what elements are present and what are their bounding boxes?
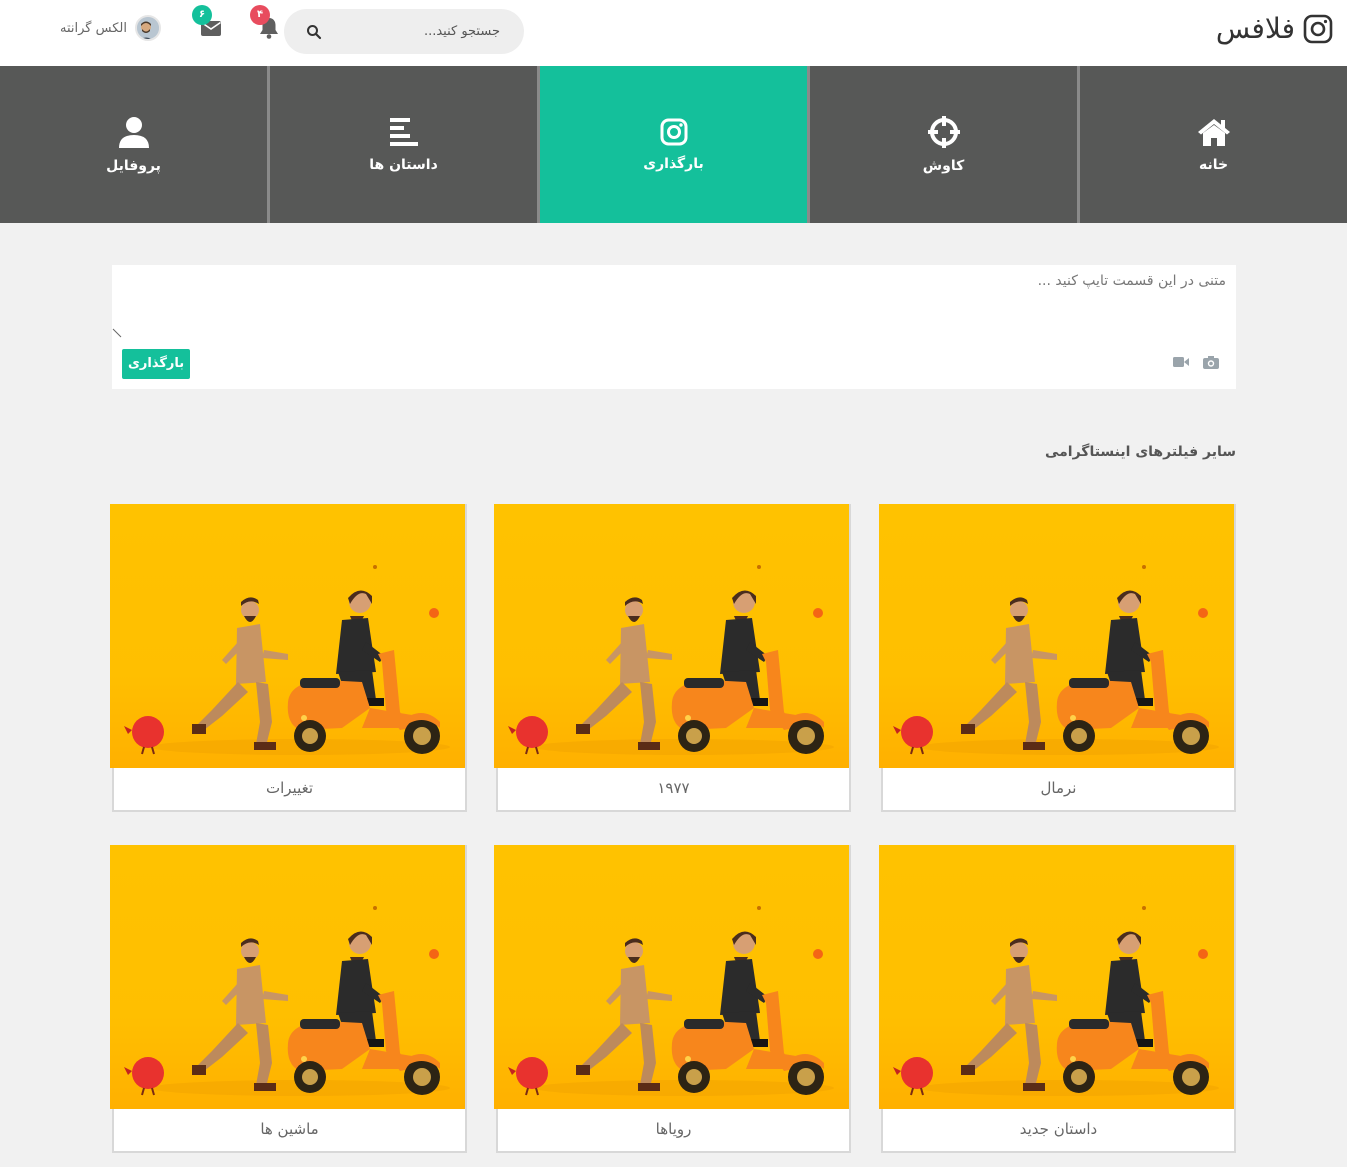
- filter-card-dreams[interactable]: رویاها: [494, 845, 851, 1153]
- filter-label: داستان جدید: [883, 1109, 1234, 1151]
- filter-card-normal[interactable]: نرمال: [879, 504, 1236, 812]
- messages-button[interactable]: ۶: [192, 5, 222, 40]
- nav-label-stories: داستان ها: [369, 156, 438, 173]
- nav-item-stories[interactable]: داستان ها: [270, 66, 537, 223]
- instagram-icon: [1303, 14, 1333, 43]
- nav-item-upload[interactable]: بارگذاری: [540, 66, 807, 223]
- filter-preview-image: [110, 845, 465, 1109]
- video-camera-icon[interactable]: [1172, 354, 1190, 370]
- scooter-illustration: [123, 905, 451, 1097]
- crosshair-icon: [927, 115, 960, 148]
- main-nav: خانه کاوش بارگذاری داستان ها پروفایل: [0, 66, 1347, 223]
- post-composer: بارگذاری: [112, 265, 1236, 389]
- nav-label-home: خانه: [1198, 156, 1229, 173]
- user-name: الکس گرانته: [60, 20, 127, 36]
- scooter-illustration: [507, 905, 835, 1097]
- nav-item-explore[interactable]: کاوش: [810, 66, 1077, 223]
- filters-section-title: سایر فیلترهای اینستاگرامی: [1044, 444, 1236, 460]
- brand-logo[interactable]: فلافس: [1216, 12, 1333, 45]
- filter-label: ۱۹۷۷: [498, 768, 849, 810]
- nav-divider: [1077, 66, 1080, 223]
- message-badge: ۶: [192, 5, 212, 25]
- filter-label: رویاها: [498, 1109, 849, 1151]
- avatar-image: [136, 17, 159, 39]
- user-menu[interactable]: الکس گرانته: [60, 15, 161, 41]
- resize-handle-icon[interactable]: [112, 328, 122, 338]
- user-icon: [118, 116, 149, 148]
- filter-preview-image: [494, 504, 849, 768]
- scooter-illustration: [507, 564, 835, 756]
- filter-label: ماشین ها: [114, 1109, 465, 1151]
- scooter-illustration: [123, 564, 451, 756]
- filter-card-new-story[interactable]: داستان جدید: [879, 845, 1236, 1153]
- avatar: [134, 15, 161, 41]
- post-textarea[interactable]: [126, 273, 1226, 343]
- nav-item-profile[interactable]: پروفایل: [0, 66, 267, 223]
- filter-card-1977[interactable]: ۱۹۷۷: [494, 504, 851, 812]
- scooter-illustration: [892, 564, 1220, 756]
- filter-preview-image: [879, 504, 1234, 768]
- filter-label: تغییرات: [114, 768, 465, 810]
- notification-badge: ۴: [250, 5, 270, 25]
- instagram-icon: [660, 118, 687, 145]
- nav-label-upload: بارگذاری: [643, 155, 704, 172]
- filter-card-changes[interactable]: تغییرات: [110, 504, 467, 812]
- nav-divider: [537, 66, 540, 223]
- nav-label-profile: پروفایل: [106, 157, 161, 174]
- nav-item-home[interactable]: خانه: [1080, 66, 1347, 223]
- filter-preview-image: [879, 845, 1234, 1109]
- align-left-icon: [389, 117, 418, 146]
- scooter-illustration: [892, 905, 1220, 1097]
- filter-preview-image: [494, 845, 849, 1109]
- filter-preview-image: [110, 504, 465, 768]
- upload-button[interactable]: بارگذاری: [122, 349, 191, 379]
- home-icon: [1197, 118, 1230, 146]
- notifications-button[interactable]: ۴: [250, 5, 280, 40]
- nav-divider: [807, 66, 810, 223]
- nav-divider: [267, 66, 270, 223]
- filter-card-cars[interactable]: ماشین ها: [110, 845, 467, 1153]
- camera-icon[interactable]: [1202, 354, 1220, 370]
- filter-label: نرمال: [883, 768, 1234, 810]
- top-header: فلافس ۴ ۶ الکس: [0, 0, 1347, 66]
- search-icon[interactable]: [306, 24, 322, 40]
- nav-label-explore: کاوش: [922, 157, 965, 174]
- brand-name: فلافس: [1215, 12, 1295, 45]
- search-input[interactable]: [330, 9, 500, 54]
- search-box: [284, 9, 524, 54]
